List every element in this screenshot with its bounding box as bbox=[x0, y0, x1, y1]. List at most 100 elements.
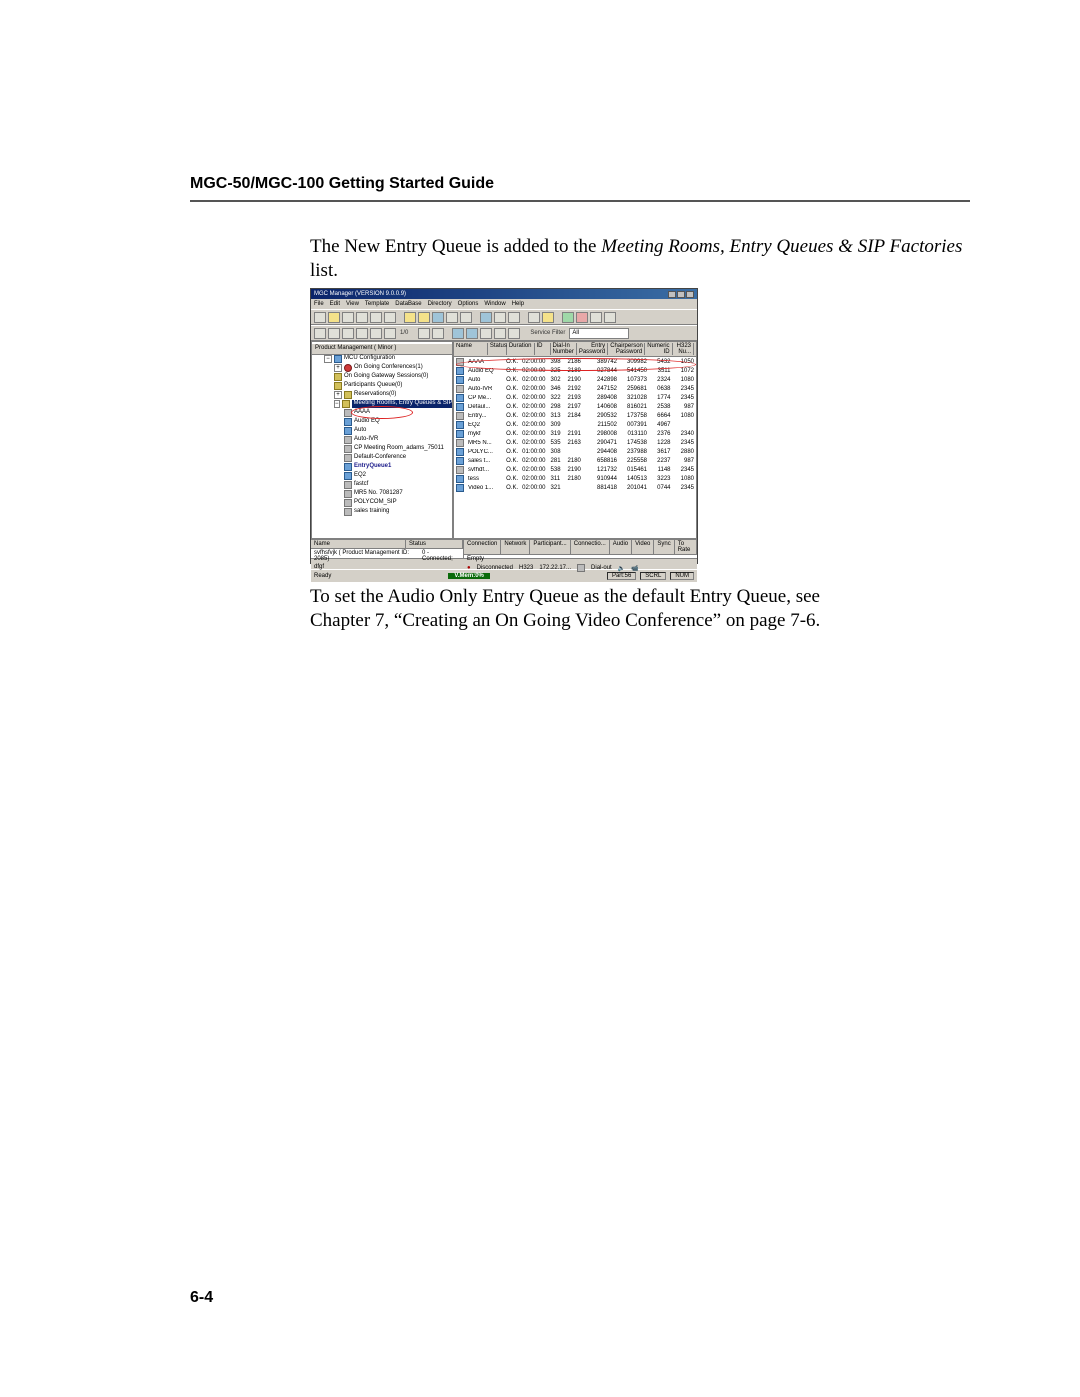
toolbar-button[interactable] bbox=[508, 312, 520, 323]
table-row[interactable]: AAAAO.K.02:00:00398218638974230998254321… bbox=[454, 357, 696, 366]
tree-item[interactable]: Default-Conference bbox=[312, 454, 452, 463]
toolbar-button[interactable] bbox=[604, 312, 616, 323]
para2-line2: Chapter 7, “Creating an On Going Video C… bbox=[310, 610, 820, 631]
toolbar-button[interactable] bbox=[590, 312, 602, 323]
maximize-button[interactable] bbox=[677, 291, 685, 298]
collapse-icon[interactable]: − bbox=[334, 400, 340, 408]
table-row[interactable]: tessO.K.02:00:00311218091094414051332231… bbox=[454, 474, 696, 483]
toolbar-button[interactable] bbox=[342, 328, 354, 339]
table-row[interactable]: POLYC...O.K.01:00:0030829440823798836172… bbox=[454, 447, 696, 456]
toolbar-button[interactable] bbox=[460, 312, 472, 323]
toolbar-button[interactable] bbox=[418, 328, 430, 339]
menu-edit[interactable]: Edit bbox=[330, 301, 340, 307]
toolbar-button[interactable] bbox=[508, 328, 520, 339]
toolbar-button[interactable] bbox=[562, 312, 574, 323]
bottom-left-row[interactable]: dfgf bbox=[311, 563, 463, 571]
tree-item[interactable]: Participants Queue(0) bbox=[312, 382, 452, 391]
toolbar-button[interactable] bbox=[528, 312, 540, 323]
toolbar-button[interactable] bbox=[356, 312, 368, 323]
toolbar-button[interactable] bbox=[328, 328, 340, 339]
table-row[interactable]: MR5 N...O.K.02:00:0053521632904711745381… bbox=[454, 438, 696, 447]
tree-item[interactable]: + Reservations(0) bbox=[312, 391, 452, 400]
tree-panel[interactable]: Product Management ( Minor ) − MCU Confi… bbox=[311, 341, 453, 539]
toolbar-button[interactable] bbox=[542, 312, 554, 323]
tree-root[interactable]: − MCU Configuration bbox=[312, 355, 452, 364]
table-row[interactable]: Defaul...O.K.02:00:002982197140608816021… bbox=[454, 402, 696, 411]
menu-help[interactable]: Help bbox=[512, 301, 524, 307]
table-row[interactable]: Auto-IVRO.K.02:00:0034621922471522596810… bbox=[454, 384, 696, 393]
expand-icon[interactable]: + bbox=[334, 364, 342, 372]
table-row[interactable]: CP Me...O.K.02:00:0032221932894083210281… bbox=[454, 393, 696, 402]
para1-before: The New Entry Queue is added to the bbox=[310, 236, 601, 257]
menu-file[interactable]: File bbox=[314, 301, 324, 307]
close-button[interactable] bbox=[686, 291, 694, 298]
row-icon bbox=[456, 358, 464, 366]
toolbar-button[interactable] bbox=[314, 328, 326, 339]
tree-item[interactable]: Auto bbox=[312, 427, 452, 436]
toolbar-button[interactable] bbox=[404, 312, 416, 323]
tree-item[interactable]: On Going Gateway Sessions(0) bbox=[312, 373, 452, 382]
tree-item[interactable]: sales training bbox=[312, 508, 452, 517]
collapse-icon[interactable]: − bbox=[324, 355, 332, 363]
menu-template[interactable]: Template bbox=[365, 301, 389, 307]
tree-item[interactable]: + On Going Conferences(1) bbox=[312, 364, 452, 373]
tree-item[interactable]: EQ2 bbox=[312, 472, 452, 481]
tree-item-audio-eq[interactable]: Audio EQ bbox=[312, 418, 452, 427]
toolbar-button[interactable] bbox=[480, 328, 492, 339]
toolbar-button[interactable] bbox=[466, 328, 478, 339]
table-row[interactable]: mykfO.K.02:00:00319219129800801311023762… bbox=[454, 429, 696, 438]
bottom-right-row[interactable]: Empty bbox=[464, 555, 697, 563]
window-button-group bbox=[668, 291, 694, 298]
menu-view[interactable]: View bbox=[346, 301, 359, 307]
folder-icon bbox=[344, 391, 352, 399]
toolbar-button[interactable] bbox=[342, 312, 354, 323]
tree-item-group-selected[interactable]: − Meeting Rooms, Entry Queues & SIP Fact… bbox=[312, 400, 452, 409]
expand-icon[interactable]: + bbox=[334, 391, 342, 399]
status-chip: NUM bbox=[670, 572, 694, 580]
menu-window[interactable]: Window bbox=[484, 301, 505, 307]
toolbar-button[interactable] bbox=[328, 312, 340, 323]
toolbar-button[interactable] bbox=[432, 312, 444, 323]
menu-database[interactable]: DataBase bbox=[395, 301, 421, 307]
tree-item[interactable]: Auto-IVR bbox=[312, 436, 452, 445]
table-row[interactable]: EQ2O.K.02:00:003092115020073914967 bbox=[454, 420, 696, 429]
table-row[interactable]: Audio EQO.K.02:00:0032521890278445414503… bbox=[454, 366, 696, 375]
tree-item[interactable]: CP Meeting Room_adams_75011 bbox=[312, 445, 452, 454]
page-number: 6-4 bbox=[190, 1289, 213, 1307]
toolbar-button[interactable] bbox=[314, 312, 326, 323]
menu-bar[interactable]: File Edit View Template DataBase Directo… bbox=[311, 299, 697, 309]
toolbar-button[interactable] bbox=[494, 328, 506, 339]
bottom-left-headers: Name Status bbox=[311, 540, 463, 549]
tree-item[interactable]: POLYCOM_SIP bbox=[312, 499, 452, 508]
toolbar-button[interactable] bbox=[356, 328, 368, 339]
toolbar-button[interactable] bbox=[418, 312, 430, 323]
toolbar-button[interactable] bbox=[576, 312, 588, 323]
toolbar-button[interactable] bbox=[370, 312, 382, 323]
toolbar-button[interactable] bbox=[384, 328, 396, 339]
document-page: MGC-50/MGC-100 Getting Started Guide The… bbox=[0, 0, 1080, 1397]
tree-item[interactable]: AAAA bbox=[312, 409, 452, 418]
toolbar-button[interactable] bbox=[494, 312, 506, 323]
menu-options[interactable]: Options bbox=[458, 301, 479, 307]
table-panel[interactable]: Name Status Duration ID Dial-In Number E… bbox=[453, 341, 697, 539]
table-row[interactable]: Video 1...O.K.02:00:00321881418201041074… bbox=[454, 483, 696, 492]
toolbar-button[interactable] bbox=[432, 328, 444, 339]
row-icon bbox=[456, 448, 464, 456]
toolbar-button[interactable] bbox=[446, 312, 458, 323]
minimize-button[interactable] bbox=[668, 291, 676, 298]
toolbar-button[interactable] bbox=[384, 312, 396, 323]
toolbar-button[interactable] bbox=[480, 312, 492, 323]
table-row[interactable]: svfhdf...O.K.02:00:005382190121732015461… bbox=[454, 465, 696, 474]
table-row[interactable]: Entry...O.K.02:00:0031321842905321737586… bbox=[454, 411, 696, 420]
window-titlebar[interactable]: MGC Manager (VERSION 9.0.0.9) bbox=[311, 289, 697, 299]
bottom-left-row[interactable]: svfhsfvjk ( Product Management ID: 2085)… bbox=[311, 549, 463, 563]
tree-item[interactable]: EntryQueue1 bbox=[312, 463, 452, 472]
toolbar-button[interactable] bbox=[370, 328, 382, 339]
toolbar-button[interactable] bbox=[452, 328, 464, 339]
tree-item[interactable]: fastcf bbox=[312, 481, 452, 490]
table-row[interactable]: sales t...O.K.02:00:00281218065881622555… bbox=[454, 456, 696, 465]
toolbar-filter-dropdown[interactable]: All bbox=[569, 328, 629, 339]
menu-directory[interactable]: Directory bbox=[428, 301, 452, 307]
table-row[interactable]: AutoO.K.02:00:00302219024289810737323241… bbox=[454, 375, 696, 384]
tree-item[interactable]: MR5 No. 7081287 bbox=[312, 490, 452, 499]
